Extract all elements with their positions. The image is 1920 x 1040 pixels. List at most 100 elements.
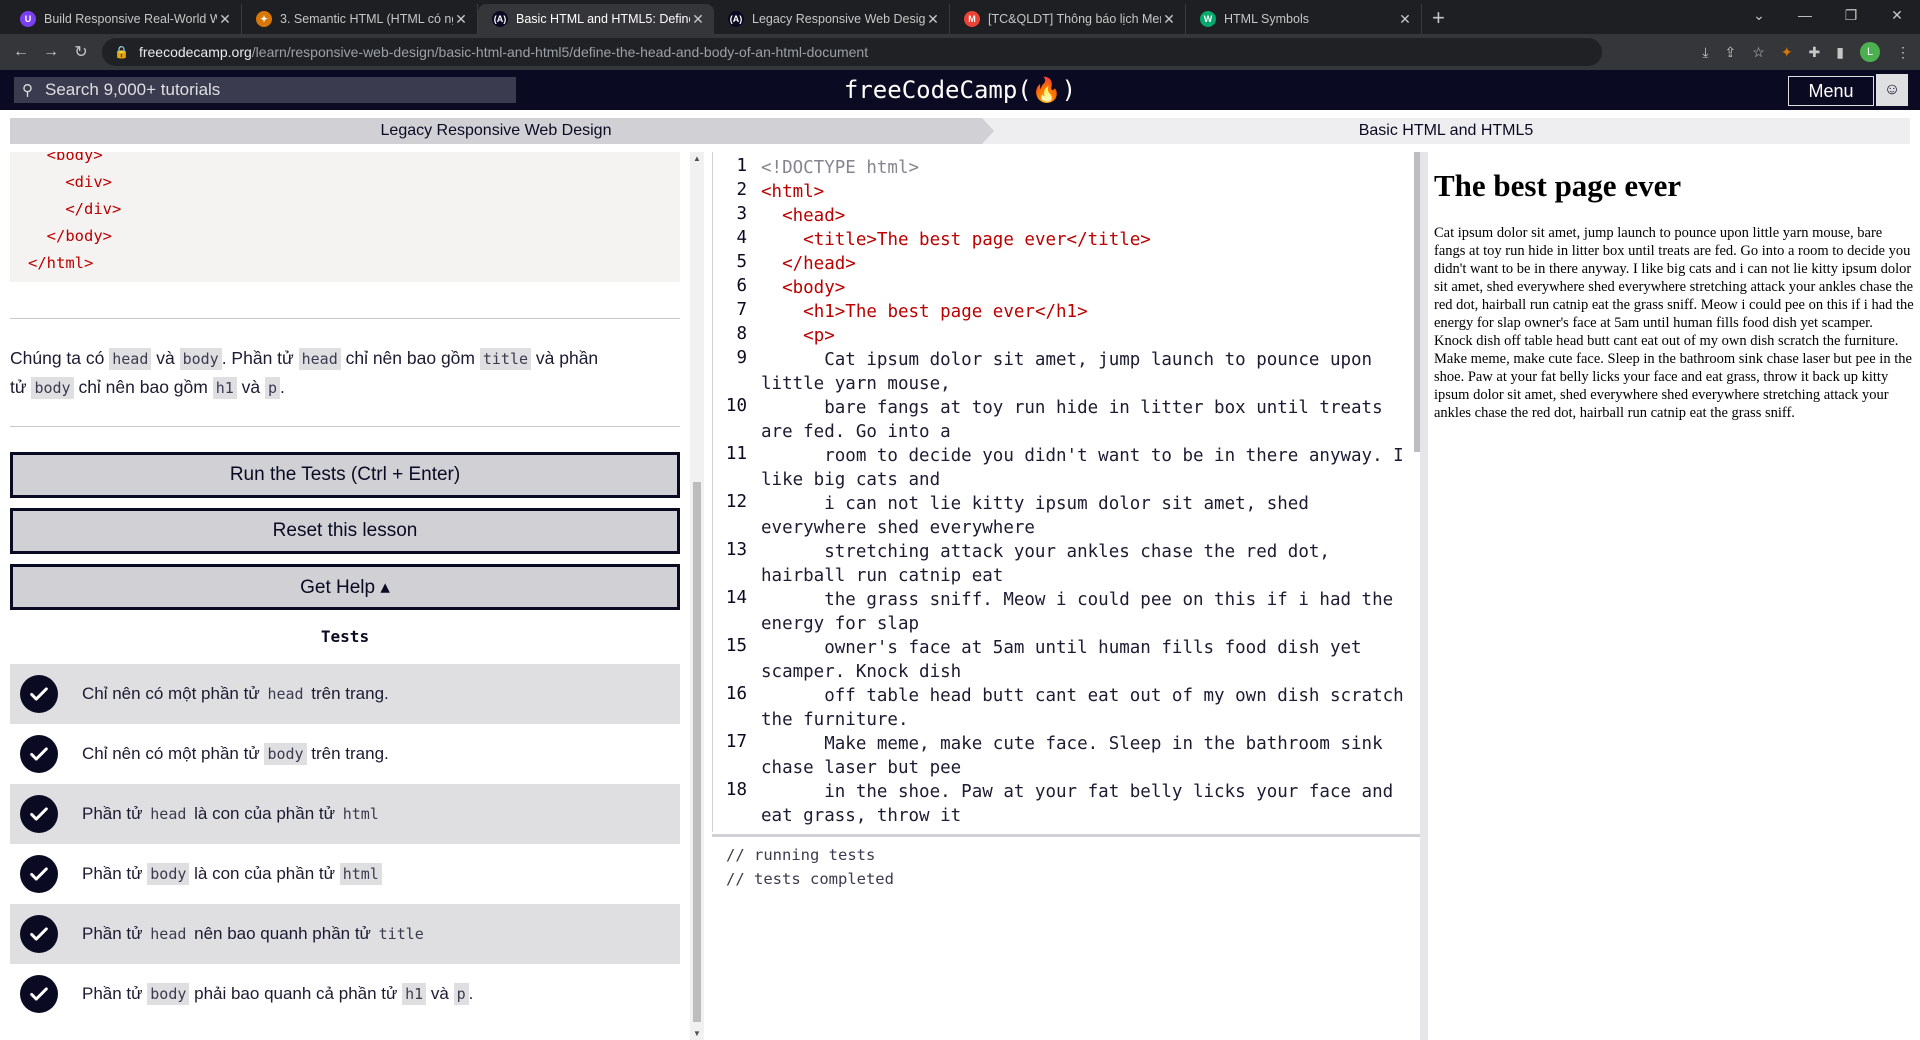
browser-tab[interactable]: (A) Legacy Responsive Web Design C✕ <box>714 4 950 34</box>
menu-button[interactable]: Menu <box>1788 76 1874 106</box>
test-row: Chỉ nên có một phần tử head trên trang. <box>10 664 680 724</box>
browser-tab[interactable]: U Build Responsive Real-World We ✕ <box>6 4 242 34</box>
line-number: 4 <box>736 228 747 248</box>
minimize-icon[interactable]: — <box>1782 7 1828 23</box>
test-text-part: Phần tử <box>82 924 148 943</box>
code-text: off table head butt cant eat out of my o… <box>761 686 1415 730</box>
line-number: 11 <box>725 444 747 464</box>
code-text: </head> <box>761 254 856 274</box>
inline-code: head <box>109 348 152 370</box>
tab-close-icon[interactable]: ✕ <box>453 11 469 28</box>
inline-code: h1 <box>402 983 427 1005</box>
line-number: 12 <box>725 492 747 512</box>
console-line: // tests completed <box>726 870 894 888</box>
test-text-part: là con của phần tử <box>189 804 340 823</box>
instructions-panel: <body> <div> </div> </body> </html> Chúng… <box>10 152 680 1040</box>
code-text: room to decide you didn't want to be in … <box>761 446 1415 490</box>
install-app-icon[interactable]: ⤓ <box>1702 44 1708 61</box>
tab-title: Basic HTML and HTML5: Define t <box>516 12 690 26</box>
restore-icon[interactable]: ❐ <box>1828 7 1874 24</box>
snippet-line: </html> <box>28 254 94 272</box>
desc-text: tử <box>10 377 32 397</box>
run-tests-button[interactable]: Run the Tests (Ctrl + Enter) <box>10 452 680 498</box>
output-console: // running tests // tests completed <box>712 834 1420 1040</box>
address-bar[interactable]: 🔒 freecodecamp.org /learn/responsive-web… <box>102 38 1602 66</box>
check-passed-icon <box>20 735 58 773</box>
preview-heading: The best page ever <box>1434 168 1682 203</box>
toolbar-icons: ⤓ ⇪ ☆ ✦ ✚ ▮ L ⋮ <box>1702 34 1910 70</box>
back-icon[interactable]: ← <box>6 43 36 61</box>
tab-close-icon[interactable]: ✕ <box>925 11 941 28</box>
forward-icon[interactable]: → <box>36 43 66 61</box>
scroll-up-arrow-icon[interactable]: ▲ <box>690 154 704 163</box>
scrollbar-thumb[interactable] <box>693 482 701 1022</box>
breadcrumb-block[interactable]: Basic HTML and HTML5 <box>982 118 1910 144</box>
test-text-part: nên bao quanh phần tử <box>189 924 376 943</box>
inline-code: title <box>375 923 427 945</box>
line-number: 7 <box>736 300 747 320</box>
code-editor[interactable]: 1 <!DOCTYPE html> 2 <html> 3 <head> 4 <title>… <box>712 152 1418 832</box>
line-number: 18 <box>725 780 747 800</box>
divider <box>10 318 680 319</box>
tab-favicon-icon: (A) <box>728 11 744 27</box>
code-text: in the shoe. Paw at your fat belly licks… <box>761 782 1404 826</box>
search-bar[interactable]: ⚲ Search 9,000+ tutorials <box>14 77 516 103</box>
bookmark-star-icon[interactable]: ☆ <box>1752 44 1765 61</box>
line-number: 8 <box>736 324 747 344</box>
test-row: Phần tử body là con của phần tử html <box>10 844 680 904</box>
test-row: Chỉ nên có một phần tử body trên trang. <box>10 724 680 784</box>
user-avatar-button[interactable]: ☺ <box>1876 74 1908 106</box>
snippet-line: <body> <box>28 152 103 164</box>
pane-resizer[interactable] <box>1420 152 1428 1040</box>
code-text: the grass sniff. Meow i could pee on thi… <box>761 590 1404 634</box>
tab-close-icon[interactable]: ✕ <box>690 11 706 28</box>
profile-avatar[interactable]: L <box>1860 42 1880 62</box>
test-text: Chỉ nên có một phần tử body trên trang. <box>82 743 389 765</box>
preview-pane: The best page ever Cat ipsum dolor sit a… <box>1428 152 1920 1040</box>
desc-text: Chúng ta có <box>10 348 110 368</box>
chrome-menu-icon[interactable]: ⋮ <box>1896 44 1910 61</box>
test-text-part: phải bao quanh cả phần tử <box>189 984 403 1003</box>
breadcrumb-superblock[interactable]: Legacy Responsive Web Design <box>10 118 994 144</box>
tab-search-icon[interactable]: ⌄ <box>1736 7 1782 24</box>
test-text-part: trên trang. <box>306 684 389 703</box>
test-text: Phần tử head là con của phần tử html <box>82 803 382 825</box>
check-passed-icon <box>20 855 58 893</box>
tab-close-icon[interactable]: ✕ <box>1161 11 1177 28</box>
new-tab-button[interactable]: + <box>1432 4 1445 34</box>
share-icon[interactable]: ⇪ <box>1725 44 1737 61</box>
extension-fire-icon[interactable]: ✦ <box>1781 44 1793 61</box>
browser-tab[interactable]: ✦ 3. Semantic HTML (HTML có ngữ ✕ <box>242 4 478 34</box>
url-host: freecodecamp.org <box>138 44 252 60</box>
test-text-part: Phần tử <box>82 804 148 823</box>
line-number: 9 <box>736 348 747 368</box>
lock-icon[interactable]: 🔒 <box>114 45 129 59</box>
code-text: stretching attack your ankles chase the … <box>761 542 1341 586</box>
line-number: 10 <box>725 396 747 416</box>
close-window-icon[interactable]: ✕ <box>1874 7 1920 24</box>
code-text: <body> <box>761 278 846 298</box>
line-number: 13 <box>725 540 747 560</box>
desc-text: . Phần tử <box>221 348 299 368</box>
instructions-scrollbar[interactable]: ▲ ▼ <box>690 152 704 1040</box>
tab-title: Legacy Responsive Web Design C <box>752 12 925 26</box>
code-text: <p> <box>761 326 835 346</box>
preview-paragraph: Cat ipsum dolor sit amet, jump launch to… <box>1434 225 1914 421</box>
inline-code: body <box>31 377 74 399</box>
scroll-down-arrow-icon[interactable]: ▼ <box>690 1029 704 1038</box>
tab-close-icon[interactable]: ✕ <box>217 11 233 28</box>
reload-icon[interactable]: ↻ <box>66 42 96 62</box>
tab-close-icon[interactable]: ✕ <box>1397 11 1413 28</box>
browser-tab[interactable]: W HTML Symbols ✕ <box>1186 4 1422 34</box>
get-help-button[interactable]: Get Help ▴ <box>10 564 680 610</box>
desc-text: chỉ nên bao gồm <box>73 377 213 397</box>
browser-tab[interactable]: M [TC&QLDT] Thông báo lịch Ment ✕ <box>950 4 1186 34</box>
extensions-puzzle-icon[interactable]: ✚ <box>1809 44 1821 61</box>
reset-lesson-button[interactable]: Reset this lesson <box>10 508 680 554</box>
browser-tab[interactable]: (A) Basic HTML and HTML5: Define t ✕ <box>478 4 714 34</box>
side-panel-icon[interactable]: ▮ <box>1836 44 1844 61</box>
code-text: <title>The best page ever</title> <box>761 230 1151 250</box>
inline-code: html <box>339 863 382 885</box>
inline-code: title <box>479 348 532 370</box>
tab-favicon-icon: ✦ <box>256 11 272 27</box>
